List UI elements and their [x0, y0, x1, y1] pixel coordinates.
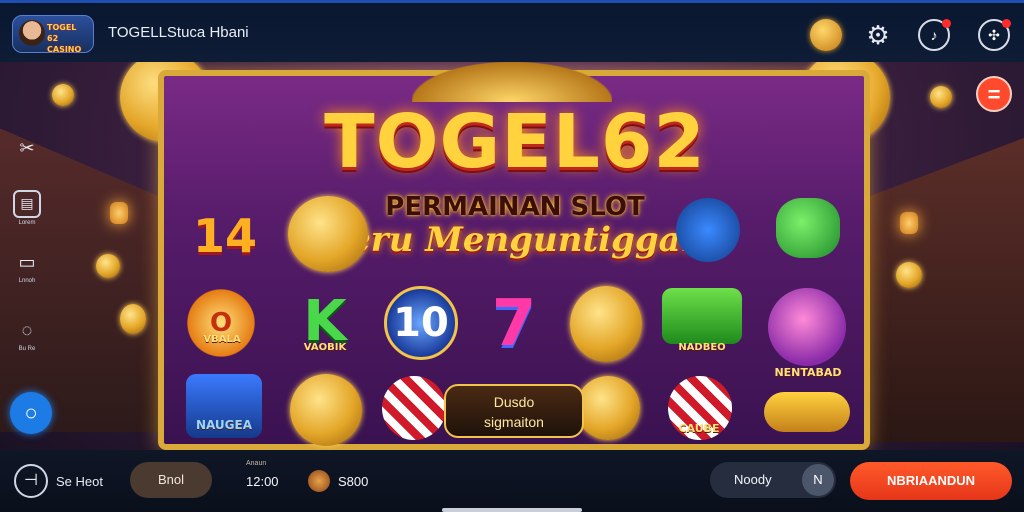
- coin-icon[interactable]: [810, 19, 842, 51]
- sidebar-item-chat[interactable]: ◌ Bu Re: [10, 316, 44, 352]
- avatar-icon: [19, 20, 45, 46]
- slot-symbol[interactable]: 7: [474, 284, 554, 364]
- spin-button-label: Dusdo: [493, 394, 535, 410]
- app-logo[interactable]: TOGEL 62 CASINO: [12, 15, 94, 54]
- bet-button[interactable]: Bnol: [130, 462, 212, 498]
- ready-toggle[interactable]: N: [802, 464, 834, 496]
- slot-symbol[interactable]: [382, 376, 446, 440]
- slot-symbol[interactable]: [290, 374, 362, 446]
- sidebar-item-label: Bu Re: [18, 346, 36, 352]
- ready-label: Noody: [734, 472, 772, 487]
- slot-symbol[interactable]: [576, 376, 640, 440]
- coin-decor: [52, 84, 74, 106]
- close-button[interactable]: =: [976, 76, 1012, 112]
- slot-symbol[interactable]: [676, 198, 740, 262]
- app-title: TOGELLStuca Hbani: [108, 24, 249, 41]
- slot-symbol[interactable]: O: [182, 284, 260, 362]
- share-icon[interactable]: ✣: [978, 19, 1011, 51]
- notification-dot: [942, 19, 951, 28]
- slot-symbol-label: NAUGEA: [195, 418, 253, 432]
- game-scene: ✂ ▤ Lorem ▭ Lnnoh ◌ Bu Re ○ = TOGEL62 PE…: [0, 62, 1024, 450]
- slot-symbol[interactable]: 14: [180, 196, 270, 276]
- circle-icon: ○: [24, 400, 38, 425]
- sidebar-item-tools[interactable]: ✂: [10, 134, 44, 162]
- spin-button-sublabel: sigmaiton: [484, 414, 544, 430]
- spin-button[interactable]: Dusdo sigmaiton: [444, 384, 584, 438]
- time-caption: Anaun: [246, 460, 267, 467]
- sidebar-item-label: Lnnoh: [18, 278, 36, 284]
- banner-title: TOGEL62: [324, 99, 706, 185]
- coin-decor: [930, 86, 952, 108]
- slot-symbol-label: VBALA: [203, 334, 241, 345]
- crest-ornament: [412, 62, 612, 102]
- bell-icon[interactable]: ♪: [918, 19, 951, 51]
- coin-decor: [96, 254, 120, 278]
- back-label: Se Heot: [56, 474, 103, 489]
- sidebar-item-label: Lorem: [18, 220, 36, 226]
- coin-decor: [120, 304, 146, 334]
- house-right: [854, 138, 1024, 442]
- window-icon: ▤: [13, 190, 41, 218]
- time-value: 12:00: [246, 474, 279, 489]
- lantern-icon: [110, 202, 128, 224]
- bottom-bar: ⊣ Se Heot Bnol Anaun 12:00 S800 Noody N …: [0, 450, 1024, 512]
- gear-icon[interactable]: ⚙: [862, 19, 894, 51]
- home-indicator: [442, 508, 582, 512]
- slot-symbol[interactable]: [776, 198, 840, 258]
- logo-text: TOGEL 62 CASINO: [47, 23, 82, 54]
- chip-icon: [308, 470, 330, 492]
- slot-symbol-label: NENTABAD: [774, 366, 842, 379]
- slot-symbol-label: VAOBIK: [303, 342, 347, 353]
- slot-symbol-label: CAUBE: [678, 422, 720, 435]
- slot-symbol-label: NADBEO: [678, 342, 726, 353]
- top-bar: TOGEL 62 CASINO TOGELLStuca Hbani ⚙ ♪ ✣: [0, 0, 1024, 62]
- chip-value: S800: [338, 474, 369, 489]
- back-button[interactable]: ⊣: [14, 464, 48, 498]
- back-icon: ⊣: [24, 472, 38, 489]
- slot-symbol[interactable]: [570, 286, 642, 362]
- sidebar-item-window[interactable]: ▤ Lorem: [10, 190, 44, 226]
- slot-symbol[interactable]: [764, 392, 850, 432]
- tools-icon: ✂: [19, 138, 35, 158]
- slot-symbol[interactable]: 10: [384, 286, 458, 360]
- slot-symbol[interactable]: [662, 288, 742, 344]
- fab-button[interactable]: ○: [10, 392, 52, 434]
- cta-button[interactable]: NBRIAANDUN: [850, 462, 1012, 500]
- notification-dot: [1002, 19, 1011, 28]
- coin-decor: [896, 262, 922, 288]
- sidebar-item-tv[interactable]: ▭ Lnnoh: [10, 248, 44, 284]
- tv-icon: ▭: [18, 252, 36, 272]
- slot-symbol[interactable]: [288, 196, 368, 272]
- slot-symbol[interactable]: [768, 288, 846, 366]
- ready-toggle-group[interactable]: Noody N: [710, 462, 836, 498]
- chat-icon: ◌: [21, 320, 33, 340]
- lantern-icon: [900, 212, 918, 234]
